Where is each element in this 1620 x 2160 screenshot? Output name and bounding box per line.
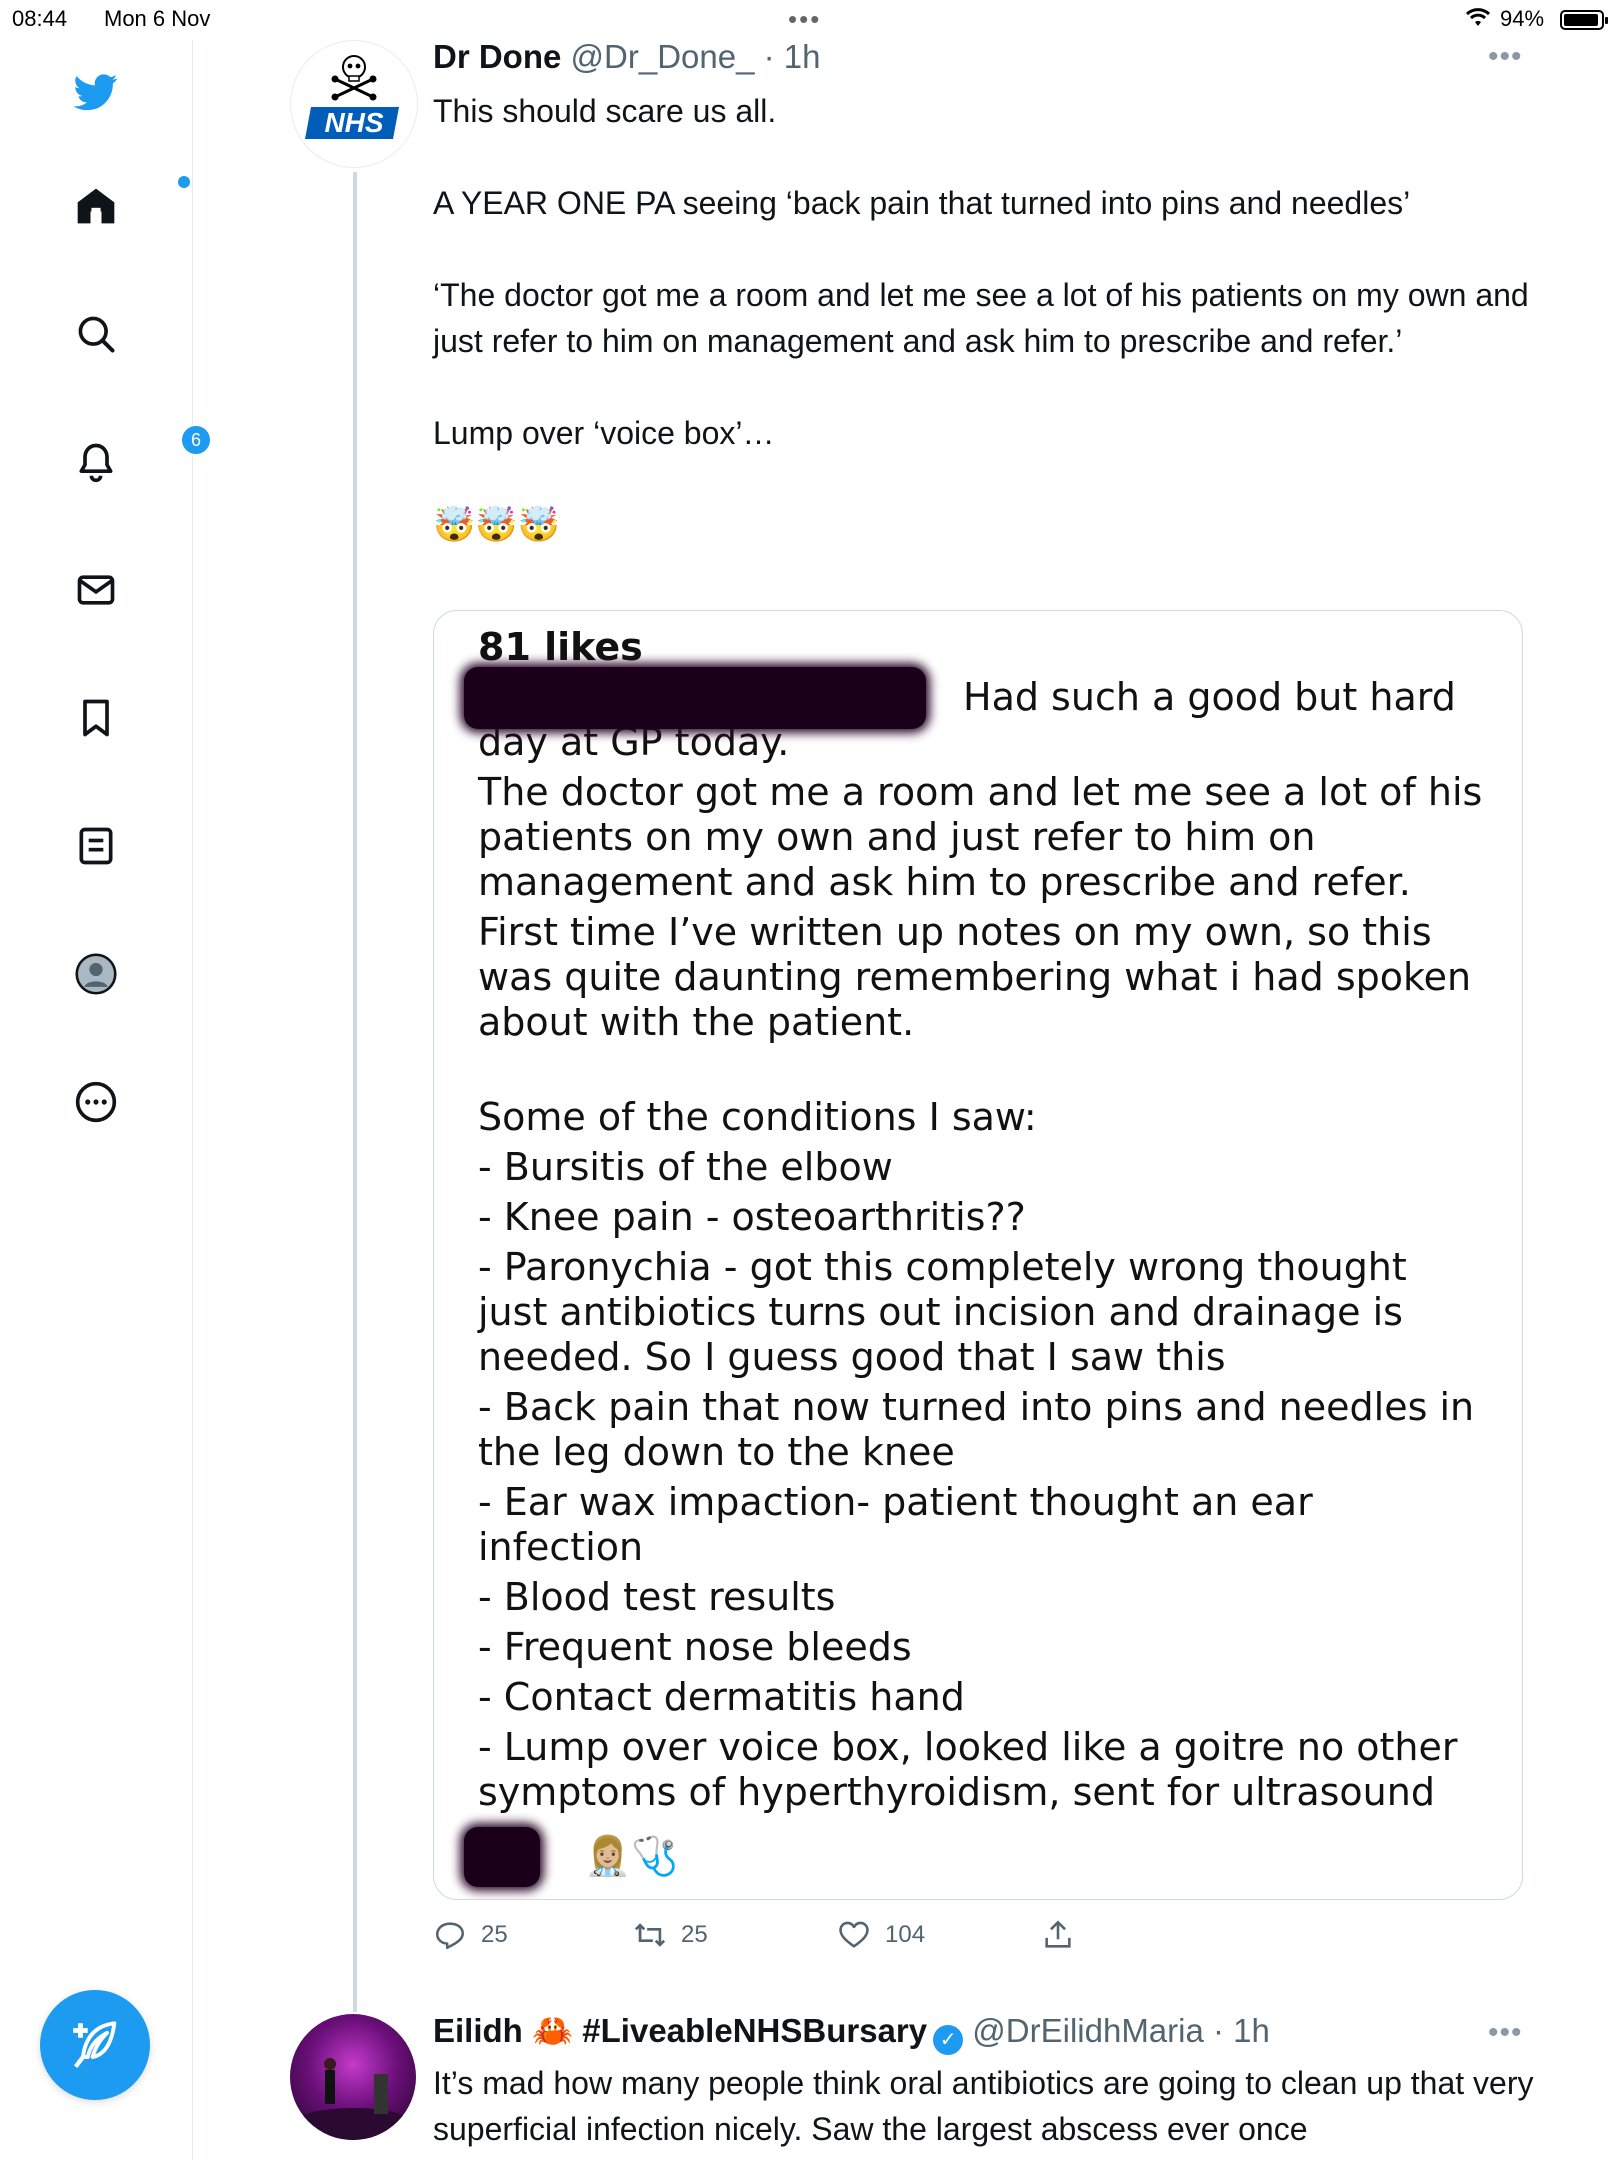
condition-item: - Bursitis of the elbow	[478, 1145, 893, 1189]
mail-icon[interactable]	[72, 566, 120, 614]
redaction-mark	[464, 1827, 540, 1887]
nhs-logo-text: NHS	[324, 107, 384, 138]
condition-item: - Blood test results	[478, 1575, 836, 1619]
thread-connector	[353, 172, 357, 2012]
heart-icon	[839, 1921, 869, 1948]
retweet-count: 25	[681, 1921, 708, 1948]
more-circle-icon[interactable]	[72, 1078, 120, 1126]
like-count: 104	[885, 1921, 926, 1948]
tweet-more-icon[interactable]: •••	[1488, 40, 1523, 74]
condition-item: - Knee pain - osteoarthritis??	[478, 1195, 1026, 1239]
tweet-body: It’s mad how many people think oral anti…	[433, 2065, 1534, 2147]
home-new-dot	[178, 176, 190, 188]
avatar[interactable]: NHS	[290, 40, 418, 168]
condition-item: - Paronychia - got this completely wrong…	[478, 1245, 1407, 1379]
reply-button[interactable]: 25	[433, 1918, 508, 1952]
share-button[interactable]	[1041, 1918, 1075, 1952]
list-icon[interactable]	[72, 822, 120, 870]
bookmark-icon[interactable]	[72, 694, 120, 742]
sidebar-nav: 6	[0, 40, 212, 2160]
condition-item: - Ear wax impaction- patient thought an …	[478, 1480, 1313, 1569]
quote-paragraph: First time I’ve written up notes on my o…	[478, 910, 1472, 1044]
crab-emoji: 🦀	[532, 2012, 574, 2049]
conditions-header: Some of the conditions I saw:	[478, 1095, 1037, 1139]
status-date: Mon 6 Nov	[104, 6, 211, 31]
verified-badge-icon: ✓	[933, 2025, 964, 2055]
compose-button[interactable]	[40, 1990, 150, 2100]
bird-icon[interactable]	[72, 68, 120, 116]
retweet-button[interactable]: 25	[633, 1918, 708, 1952]
battery-percent: 94%	[1500, 6, 1545, 31]
author-handle-time[interactable]: @DrEilidhMaria · 1h	[972, 2012, 1270, 2049]
search-icon[interactable]	[72, 310, 120, 358]
signature-emoji: 👩🏼‍⚕️🩺	[584, 1836, 679, 1878]
author-handle-time[interactable]: @Dr_Done_ · 1h	[571, 38, 821, 75]
screenshot-content: 81 likes Had such a good but hard day at…	[478, 625, 1488, 1820]
redaction-mark	[464, 667, 926, 729]
author-hashtag[interactable]: #LiveableNHSBursary	[582, 2012, 927, 2049]
tweet-paragraph: ‘The doctor got me a room and let me see…	[433, 277, 1538, 359]
tweet-paragraph: A YEAR ONE PA seeing ‘back pain that tur…	[433, 185, 1411, 221]
reply-count: 25	[481, 1921, 508, 1948]
home-icon[interactable]	[72, 176, 190, 230]
condition-item: - Lump over voice box, looked like a goi…	[478, 1725, 1458, 1814]
tweet-header: Eilidh 🦀 #LiveableNHSBursary ✓ @DrEilidhM…	[433, 2012, 1270, 2055]
reply-icon	[435, 1922, 465, 1950]
share-icon	[1045, 1920, 1071, 1948]
bell-icon[interactable]: 6	[72, 424, 212, 486]
condition-item: - Back pain that now turned into pins an…	[478, 1385, 1475, 1474]
status-time: 08:44	[12, 6, 68, 31]
status-bar: 08:44 Mon 6 Nov ••• 94%	[0, 0, 1620, 40]
tweet-more-icon[interactable]: •••	[1488, 2016, 1523, 2050]
condition-item: - Frequent nose bleeds	[478, 1625, 912, 1669]
multitasking-dots-icon[interactable]: •••	[788, 4, 821, 35]
tweet-paragraph: Lump over ‘voice box’…	[433, 415, 775, 451]
attached-image[interactable]: 81 likes Had such a good but hard day at…	[433, 610, 1523, 1900]
like-button[interactable]: 104	[837, 1918, 925, 1952]
tweet-body: This should scare us all. A YEAR ONE PA …	[433, 88, 1533, 548]
tweet-paragraph: This should scare us all.	[433, 93, 777, 129]
author-name[interactable]: Eilidh	[433, 2012, 523, 2049]
battery-icon	[1560, 10, 1608, 30]
author-name[interactable]: Dr Done	[433, 38, 561, 75]
profile-icon[interactable]	[72, 950, 120, 998]
tweet-header: Dr Done @Dr_Done_ · 1h	[433, 38, 820, 76]
retweet-icon	[634, 1923, 666, 1947]
likes-count: 81 likes	[478, 625, 643, 669]
avatar[interactable]	[290, 2014, 416, 2140]
notifications-badge: 6	[180, 424, 212, 456]
emoji-row: 🤯🤯🤯	[433, 506, 561, 544]
tweet-actions: 25 25 104	[433, 1918, 1233, 1958]
condition-item: - Contact dermatitis hand	[478, 1675, 965, 1719]
feather-plus-icon	[73, 2021, 117, 2069]
quote-paragraph: The doctor got me a room and let me see …	[478, 770, 1483, 904]
wifi-icon	[1464, 6, 1492, 34]
